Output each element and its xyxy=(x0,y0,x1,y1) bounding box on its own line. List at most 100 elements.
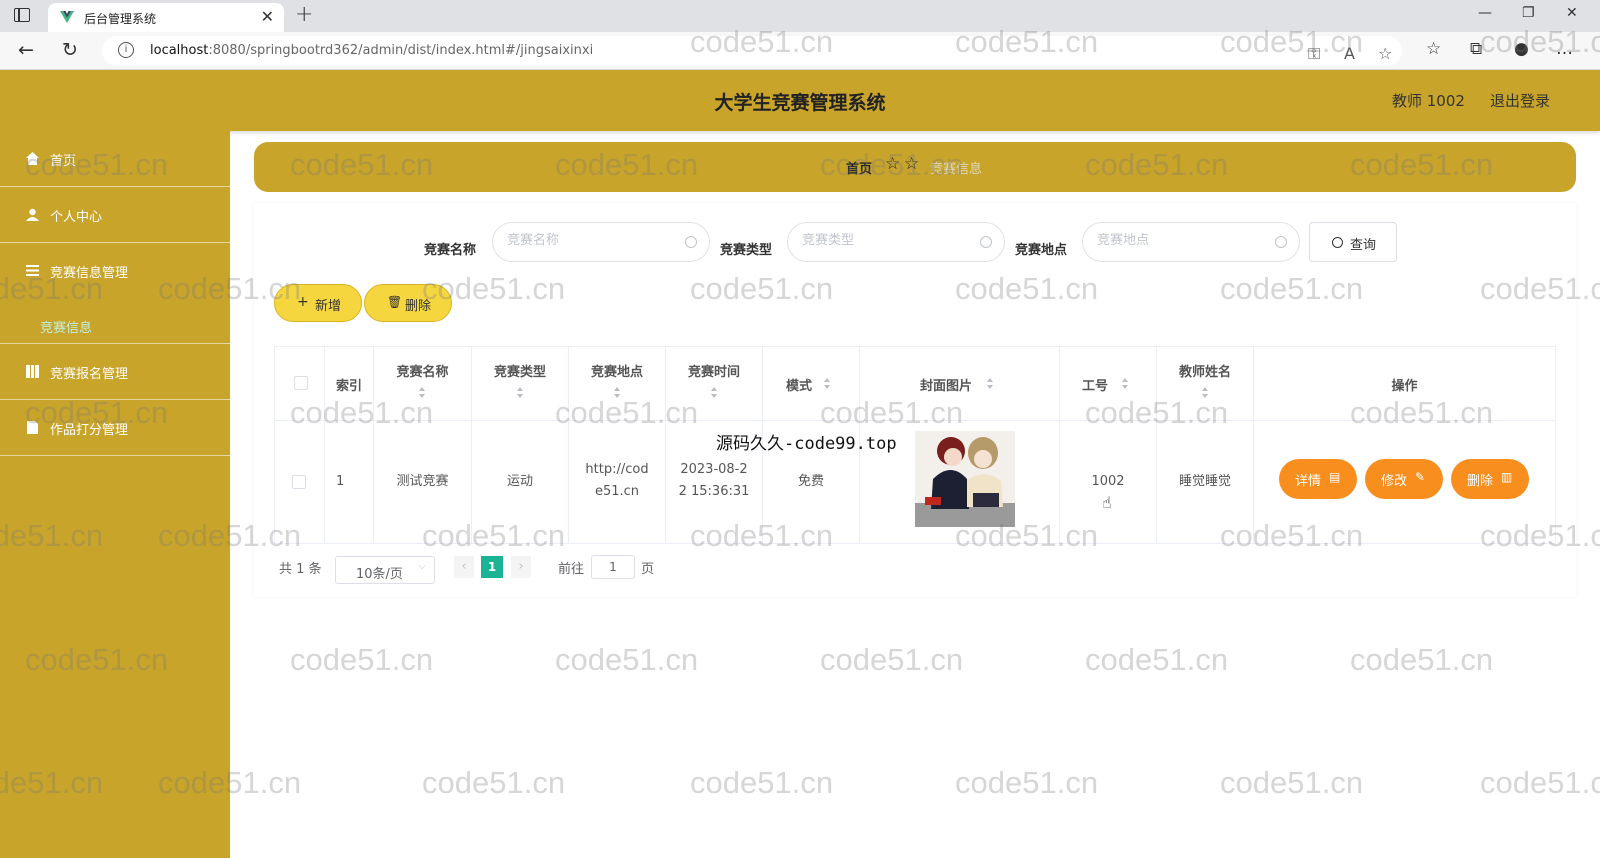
select-all-checkbox[interactable] xyxy=(294,376,308,390)
sidebar-item-competition-info[interactable]: 竞赛信息管理 xyxy=(0,243,230,344)
detail-button[interactable]: 详情 ▤ xyxy=(1279,459,1357,499)
header-time[interactable]: 竞赛时间 xyxy=(666,347,763,420)
header-mode[interactable]: 模式 xyxy=(763,347,860,420)
goto-page-input[interactable] xyxy=(591,555,635,579)
new-tab-icon[interactable]: + xyxy=(295,2,313,27)
browser-tab[interactable]: 后台管理系统 ✕ xyxy=(48,3,284,32)
pagination-unit-label: 页 xyxy=(641,562,655,577)
search-input-name[interactable] xyxy=(492,222,710,262)
header-select-cell xyxy=(275,347,325,420)
list-icon xyxy=(26,265,39,276)
favorite-add-icon[interactable]: ☆ xyxy=(1378,44,1392,63)
sort-icon[interactable] xyxy=(987,378,994,390)
url-field[interactable]: i localhost:8080/springbootrd362/admin/d… xyxy=(102,36,1402,66)
chevron-down-icon: ⌵ xyxy=(418,561,426,572)
close-tab-icon[interactable]: ✕ xyxy=(261,7,274,26)
delete-row-button[interactable]: 删除 ▥ xyxy=(1451,459,1529,499)
cover-image[interactable] xyxy=(915,431,1015,527)
header-ops: 操作 xyxy=(1391,379,1418,394)
header-name[interactable]: 竞赛名称 xyxy=(374,347,472,420)
watermark-text: code51.cn xyxy=(1480,765,1600,800)
file-icon xyxy=(27,421,38,434)
home-icon xyxy=(26,152,39,165)
sort-icon[interactable] xyxy=(614,387,621,399)
search-input-type[interactable] xyxy=(787,222,1005,262)
header-cover[interactable]: 封面图片 xyxy=(860,347,1060,420)
page-size-select[interactable]: 10条/页 ⌵ xyxy=(335,556,435,584)
page-number-current[interactable]: 1 xyxy=(481,556,503,578)
browser-tabbar: 后台管理系统 ✕ + — ❐ ✕ xyxy=(0,0,1600,32)
back-icon[interactable]: ← xyxy=(18,39,34,61)
sort-icon[interactable] xyxy=(517,387,524,399)
search-icon xyxy=(1275,236,1287,248)
search-label-name: 竞赛名称 xyxy=(424,243,477,258)
restore-icon[interactable]: ❐ xyxy=(1522,5,1535,21)
app-header: 大学生竞赛管理系统 教师 1002 退出登录 xyxy=(0,70,1600,131)
competition-name-input[interactable] xyxy=(507,233,677,248)
trash-icon: ▥ xyxy=(1501,470,1513,484)
document-icon: ▤ xyxy=(1329,470,1341,484)
table-header: 索引 竞赛名称 竞赛类型 竞赛地点 竞赛时间 模式 封面图片 工号 教师姓名 操… xyxy=(275,347,1555,421)
header-index: 索引 xyxy=(325,347,374,420)
sidebar-subitem-competition-info[interactable]: 竞赛信息 xyxy=(40,317,92,336)
search-icon xyxy=(685,236,697,248)
search-label-place: 竞赛地点 xyxy=(1015,243,1068,258)
sort-icon[interactable] xyxy=(1122,378,1129,390)
header-teacher[interactable]: 教师姓名 xyxy=(1157,347,1254,420)
logout-link[interactable]: 退出登录 xyxy=(1490,90,1550,111)
collections-icon[interactable]: ⧉ xyxy=(1470,39,1482,59)
watermark-text: code51.cn xyxy=(690,765,834,800)
query-button[interactable]: 查询 xyxy=(1309,222,1397,262)
key-icon[interactable]: ⚿ xyxy=(1308,44,1320,64)
watermark-text: code51.cn xyxy=(955,765,1099,800)
sidebar-item-personal-center[interactable]: 个人中心 xyxy=(0,187,230,243)
pagination-total: 共 1 条 xyxy=(279,562,322,577)
sort-icon[interactable] xyxy=(711,387,718,399)
reload-icon[interactable]: ↻ xyxy=(62,39,78,61)
address-bar: ← ↻ i localhost:8080/springbootrd362/adm… xyxy=(0,32,1600,70)
favorites-icon[interactable]: ☆ xyxy=(1426,39,1441,59)
delete-button-label: 删除 xyxy=(405,299,432,314)
competition-place-input[interactable] xyxy=(1097,233,1267,248)
header-type[interactable]: 竞赛类型 xyxy=(472,347,569,420)
read-aloud-icon[interactable]: A xyxy=(1344,44,1355,63)
row-checkbox[interactable] xyxy=(292,475,306,489)
sidebar: 首页 个人中心 竞赛信息管理 竞赛报名管理 作品打分管理 xyxy=(0,131,230,858)
watermark-text: code51.cn xyxy=(422,765,566,800)
edit-icon: ✎ xyxy=(1415,470,1426,484)
window-close-icon[interactable]: ✕ xyxy=(1566,5,1578,21)
sort-icon[interactable] xyxy=(419,387,426,399)
header-place[interactable]: 竞赛地点 xyxy=(569,347,666,420)
sidebar-item-home[interactable]: 首页 xyxy=(0,131,230,187)
watermark-text: code51.cn xyxy=(1085,642,1229,677)
batch-delete-button[interactable]: 🗑 删除 xyxy=(364,284,452,322)
vue-logo-icon xyxy=(60,11,74,23)
edit-button[interactable]: 修改 ✎ xyxy=(1365,459,1443,499)
sort-icon[interactable] xyxy=(824,378,831,390)
next-page-icon[interactable]: › xyxy=(511,556,531,578)
breadcrumb-home[interactable]: 首页 xyxy=(846,158,872,177)
sidebar-item-scoring[interactable]: 作品打分管理 xyxy=(0,400,230,456)
add-button[interactable]: + 新增 xyxy=(274,284,362,322)
prev-page-icon[interactable]: ‹ xyxy=(454,556,474,578)
sidebar-item-label: 作品打分管理 xyxy=(50,423,129,438)
breadcrumb: 首页 ☆ ☆ 竞赛信息 xyxy=(254,142,1576,192)
search-icon xyxy=(1332,237,1343,248)
app-title: 大学生竞赛管理系统 xyxy=(714,92,886,114)
profile-icon[interactable]: ● xyxy=(1514,39,1529,59)
sort-icon[interactable] xyxy=(1202,387,1209,399)
tab-actions-icon[interactable] xyxy=(14,8,30,22)
header-workno[interactable]: 工号 xyxy=(1060,347,1157,420)
minimize-icon[interactable]: — xyxy=(1478,5,1492,21)
cell-workno: 1002 xyxy=(1060,421,1157,543)
sidebar-item-label: 首页 xyxy=(50,154,77,169)
competition-type-input[interactable] xyxy=(802,233,972,248)
sidebar-item-registration[interactable]: 竞赛报名管理 xyxy=(0,344,230,400)
overlay-watermark-text: 源码久久-code99.top xyxy=(716,434,897,454)
watermark-text: code51.cn xyxy=(1220,765,1364,800)
more-icon[interactable]: … xyxy=(1556,39,1573,59)
search-input-place[interactable] xyxy=(1082,222,1300,262)
url-text: localhost:8080/springbootrd362/admin/dis… xyxy=(150,43,594,58)
star-icon: ☆ xyxy=(904,154,920,174)
site-info-icon[interactable]: i xyxy=(118,42,134,58)
